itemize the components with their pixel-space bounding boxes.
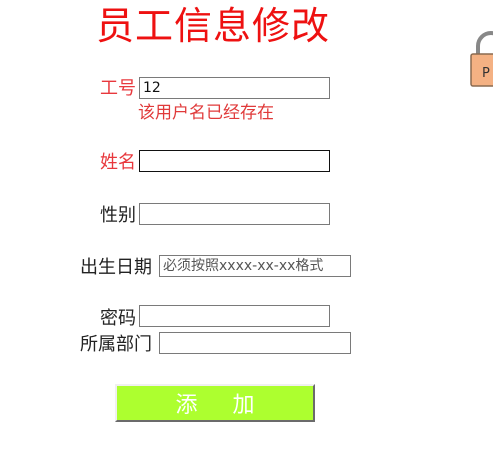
- birthdate-input[interactable]: [159, 255, 351, 277]
- error-message: 该用户名已经存在: [138, 103, 274, 123]
- name-input[interactable]: [139, 150, 330, 172]
- password-input[interactable]: [139, 305, 330, 327]
- department-input[interactable]: [159, 332, 351, 354]
- page-title: 员工信息修改: [96, 4, 331, 48]
- employee-edit-page: 员工信息修改 工号 该用户名已经存在 姓名 性别 出生日期 密码 所属部门 添 …: [0, 0, 493, 468]
- name-label: 姓名: [100, 152, 136, 173]
- gender-label: 性别: [100, 205, 136, 226]
- add-button[interactable]: 添 加: [115, 384, 315, 422]
- department-label: 所属部门: [80, 334, 152, 355]
- svg-text:P: P: [482, 66, 490, 81]
- padlock-icon[interactable]: P: [470, 30, 493, 88]
- password-label: 密码: [100, 308, 136, 329]
- gender-input[interactable]: [139, 203, 330, 225]
- employee-id-input[interactable]: [139, 77, 330, 99]
- employee-id-label: 工号: [100, 78, 136, 99]
- birthdate-label: 出生日期: [80, 257, 152, 278]
